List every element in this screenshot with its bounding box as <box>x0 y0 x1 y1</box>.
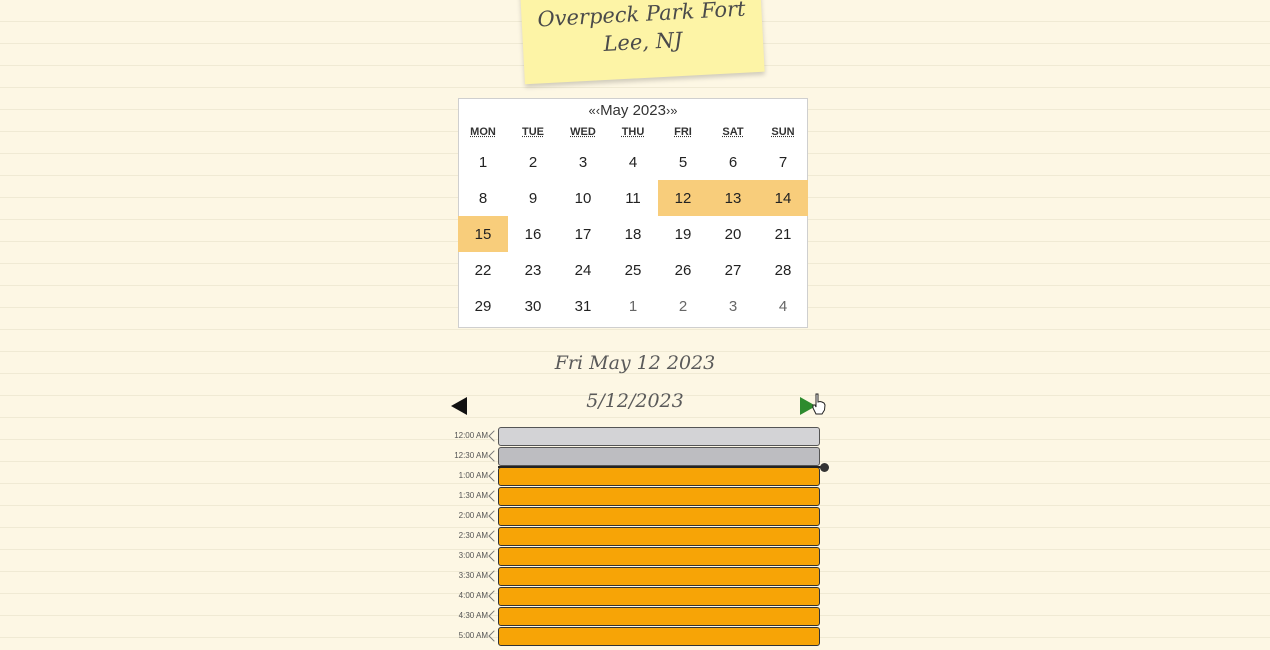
calendar-day[interactable]: 8 <box>458 180 508 216</box>
calendar-week-row: 15 16 17 18 19 20 21 <box>458 216 808 252</box>
calendar-week-row: 8 9 10 11 12 13 14 <box>458 180 808 216</box>
time-slot-label: 4:30 AM <box>458 611 488 620</box>
current-time-line <box>498 466 824 468</box>
time-slot-available[interactable] <box>498 567 820 586</box>
calendar-day[interactable]: 28 <box>758 252 808 288</box>
time-slot-row: 3:00 AM <box>450 546 830 566</box>
time-slot-available[interactable] <box>498 487 820 506</box>
location-text: Overpeck Park Fort Lee, NJ <box>537 0 748 61</box>
calendar-day[interactable]: 4 <box>608 144 658 180</box>
calendar-day[interactable]: 17 <box>558 216 608 252</box>
time-slot-label: 12:00 AM <box>454 431 488 440</box>
calendar-day[interactable]: 14 <box>758 180 808 216</box>
calendar-grid: MON TUE WED THU FRI SAT SUN 1 2 3 4 5 6 7 8 9 10 1… <box>458 120 808 324</box>
location-sticky-note: Overpeck Park Fort Lee, NJ <box>519 0 765 85</box>
calendar-month-title[interactable]: May 2023 <box>600 102 666 119</box>
calendar-day[interactable]: 24 <box>558 252 608 288</box>
calendar-day[interactable]: 2 <box>508 144 558 180</box>
time-slot-row: 4:00 AM <box>450 586 830 606</box>
time-slot-row: 2:00 AM <box>450 506 830 526</box>
calendar-day[interactable]: 25 <box>608 252 658 288</box>
calendar-day[interactable]: 3 <box>708 288 758 324</box>
weekday-tue: TUE <box>522 126 544 138</box>
time-slot-label: 2:30 AM <box>458 531 488 540</box>
time-slot-row: 5:00 AM <box>450 626 830 646</box>
time-slot-row: 1:30 AM <box>450 486 830 506</box>
calendar-day[interactable]: 9 <box>508 180 558 216</box>
weekday-sun: SUN <box>771 126 795 138</box>
calendar-day[interactable]: 23 <box>508 252 558 288</box>
calendar-day[interactable]: 2 <box>658 288 708 324</box>
calendar-day[interactable]: 6 <box>708 144 758 180</box>
weekday-header-row: MON TUE WED THU FRI SAT SUN <box>458 120 808 144</box>
selected-date-short: 5/12/2023 <box>586 390 684 412</box>
calendar-day[interactable]: 29 <box>458 288 508 324</box>
calendar-day[interactable]: 31 <box>558 288 608 324</box>
calendar-day[interactable]: 7 <box>758 144 808 180</box>
time-slot-available[interactable] <box>498 467 820 486</box>
time-slot-row: 12:00 AM <box>450 426 830 446</box>
hand-pointer-icon <box>812 393 826 415</box>
calendar-day[interactable]: 18 <box>608 216 658 252</box>
time-slot-label: 3:00 AM <box>458 551 488 560</box>
time-slot-available[interactable] <box>498 527 820 546</box>
calendar-day[interactable]: 3 <box>558 144 608 180</box>
time-slot-label: 1:30 AM <box>458 491 488 500</box>
calendar-day[interactable]: 21 <box>758 216 808 252</box>
calendar-week-row: 29 30 31 1 2 3 4 <box>458 288 808 324</box>
calendar-day[interactable]: 19 <box>658 216 708 252</box>
time-slot-list: 12:00 AM 12:30 AM 1:00 AM 1:30 AM 2:00 AM 2:3… <box>450 426 830 646</box>
calendar-day[interactable]: 26 <box>658 252 708 288</box>
calendar-day[interactable]: 1 <box>608 288 658 324</box>
time-slot-past-dark[interactable] <box>498 447 820 466</box>
weekday-wed: WED <box>570 126 596 138</box>
calendar-day[interactable]: 1 <box>458 144 508 180</box>
calendar-day[interactable]: 15 <box>458 216 508 252</box>
time-slot-label: 1:00 AM <box>458 471 488 480</box>
time-slot-available[interactable] <box>498 507 820 526</box>
weekday-sat: SAT <box>722 126 744 138</box>
time-slot-available[interactable] <box>498 607 820 626</box>
time-slot-label: 2:00 AM <box>458 511 488 520</box>
time-slot-label: 4:00 AM <box>458 591 488 600</box>
selected-date-long: Fri May 12 2023 <box>554 352 716 374</box>
calendar-week-row: 1234567 <box>458 144 808 180</box>
current-time-dot <box>820 463 829 472</box>
calendar-day[interactable]: 13 <box>708 180 758 216</box>
weekday-thu: THU <box>621 126 645 138</box>
month-calendar: « ‹ May 2023 › » MON TUE WED THU FRI SAT… <box>458 98 808 328</box>
time-slot-row: 1:00 AM <box>450 466 830 486</box>
time-slot-row: 2:30 AM <box>450 526 830 546</box>
time-slot-row: 12:30 AM <box>450 446 830 466</box>
time-slot-row: 3:30 AM <box>450 566 830 586</box>
calendar-header: « ‹ May 2023 › » <box>459 100 807 120</box>
time-slot-label: 5:00 AM <box>458 631 488 640</box>
calendar-day[interactable]: 22 <box>458 252 508 288</box>
time-slot-label: 12:30 AM <box>454 451 488 460</box>
calendar-week-row: 22 23 24 25 26 27 28 <box>458 252 808 288</box>
time-slot-row: 4:30 AM <box>450 606 830 626</box>
time-slot-available[interactable] <box>498 547 820 566</box>
calendar-day[interactable]: 12 <box>658 180 708 216</box>
prev-year-button[interactable]: « <box>588 103 595 118</box>
calendar-day[interactable]: 4 <box>758 288 808 324</box>
calendar-day[interactable]: 16 <box>508 216 558 252</box>
calendar-day[interactable]: 5 <box>658 144 708 180</box>
weekday-mon: MON <box>470 126 496 138</box>
time-slot-label: 3:30 AM <box>458 571 488 580</box>
calendar-day[interactable]: 20 <box>708 216 758 252</box>
next-year-button[interactable]: » <box>670 103 677 118</box>
time-slot-available[interactable] <box>498 587 820 606</box>
calendar-day[interactable]: 10 <box>558 180 608 216</box>
time-slot-available[interactable] <box>498 627 820 646</box>
time-slot-past[interactable] <box>498 427 820 446</box>
calendar-day[interactable]: 30 <box>508 288 558 324</box>
weekday-fri: FRI <box>674 126 692 138</box>
calendar-day[interactable]: 27 <box>708 252 758 288</box>
calendar-day[interactable]: 11 <box>608 180 658 216</box>
